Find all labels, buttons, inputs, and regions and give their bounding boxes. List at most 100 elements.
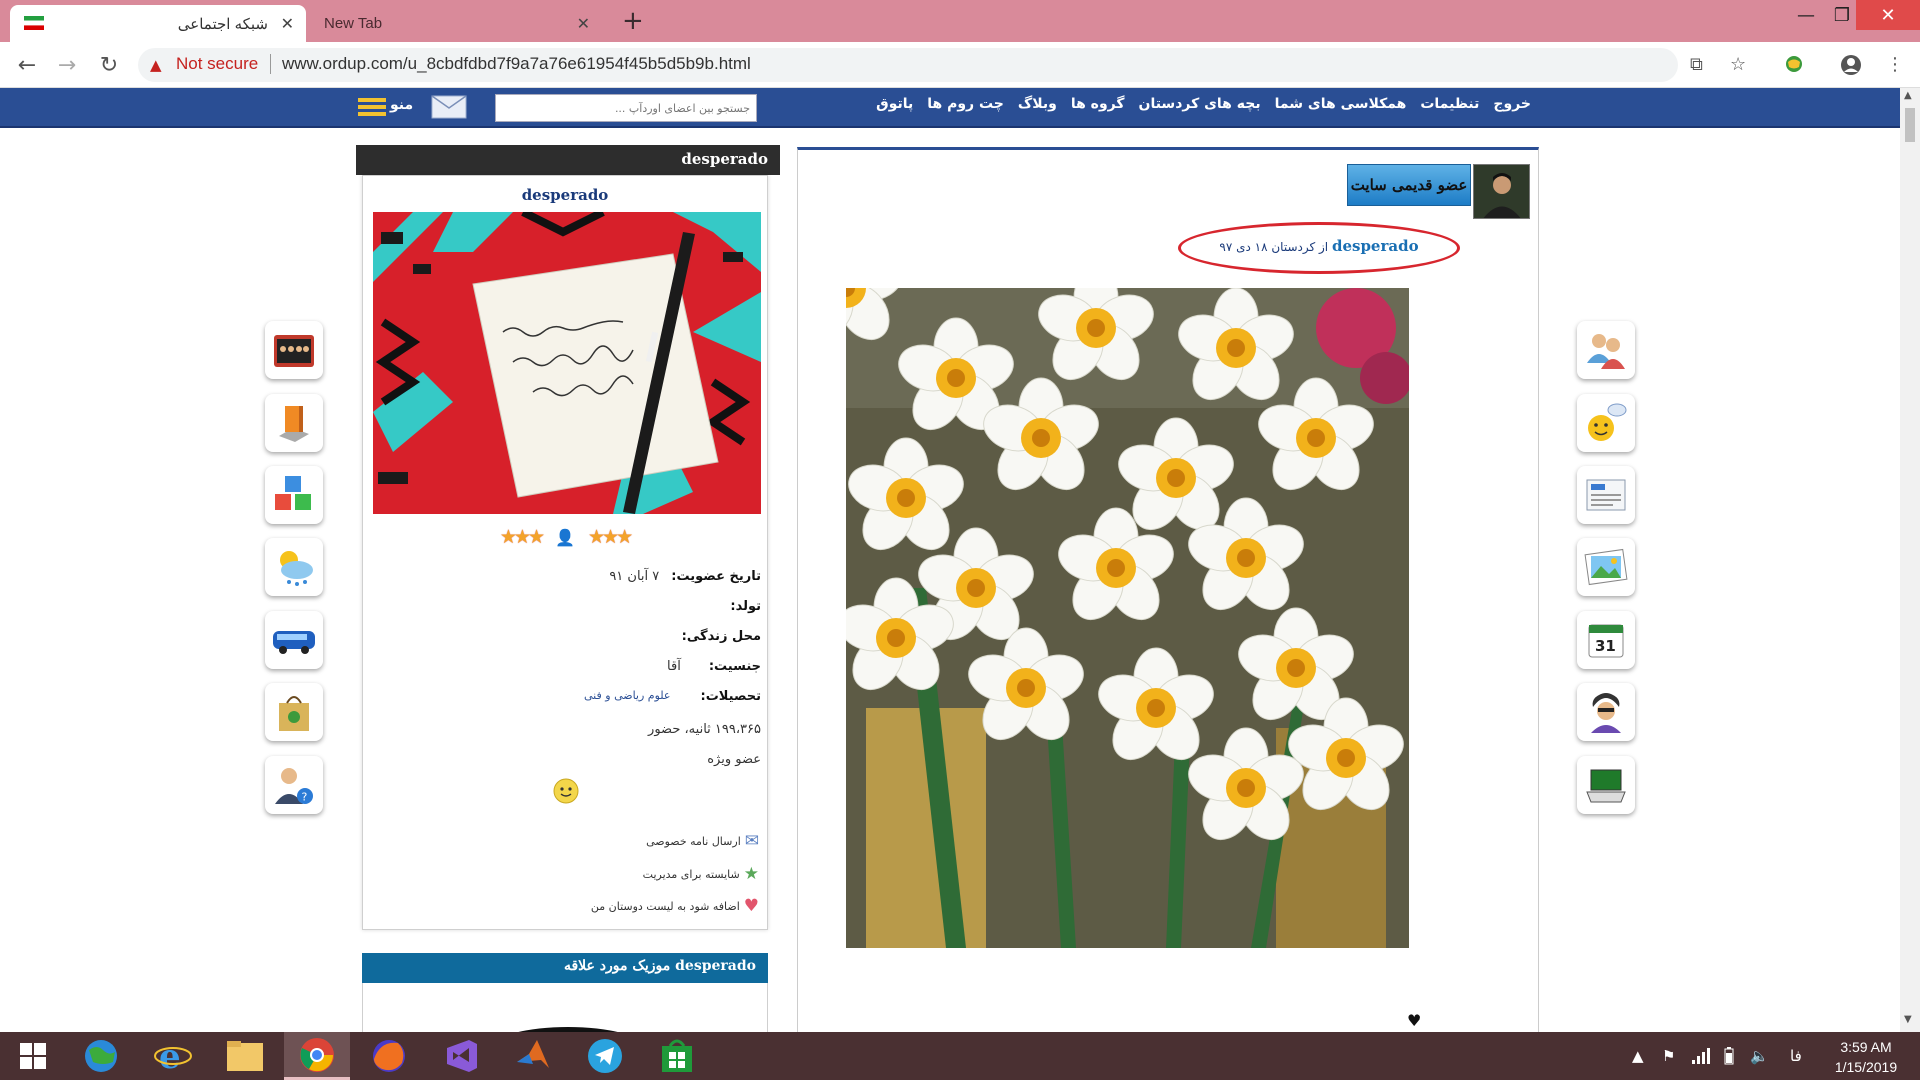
svg-text:?: ? [302,791,308,804]
location-label: محل زندگی: [681,629,761,644]
menu-label[interactable]: منو [390,97,413,113]
reload-icon[interactable]: ↻ [94,50,124,80]
info-row-education: تحصیلات: علوم ریاضی و فنی [584,689,761,704]
news-icon[interactable] [1577,466,1635,524]
avatar-person-icon[interactable] [1577,683,1635,741]
battery-icon[interactable] [1724,1032,1734,1080]
chrome-icon[interactable] [284,1032,350,1080]
nav-link-classmates[interactable]: همکلاسی های شما [1275,96,1407,112]
post-image[interactable] [846,288,1409,948]
internet-explorer-icon[interactable]: e [140,1032,206,1080]
tab-new-tab[interactable]: New Tab ✕ [312,5,602,42]
nav-link-chatrooms[interactable]: چت روم ها [927,96,1004,112]
file-explorer-icon[interactable] [212,1032,278,1080]
iran-flag-favicon-icon [24,16,44,30]
nominate-admin-link[interactable]: ★ شایسته برای مدیریت [643,864,759,884]
forward-arrow-icon[interactable]: → [52,50,82,80]
add-friend-label[interactable]: اضافه شود به لیست دوستان من [591,900,740,913]
globe-icon[interactable] [68,1032,134,1080]
windows-taskbar: e ▲ ⚑ 🔈 فا 3:59 AM 1/15/2019 [0,1032,1920,1080]
site-navbar: پاتوق چت روم ها وبلاگ گروه ها بچه های کر… [0,88,1900,128]
info-row-membership: عضو ویژه [707,752,761,767]
chrome-menu-icon[interactable]: ⋮ [1886,54,1904,75]
gift-bag-icon[interactable] [265,683,323,741]
browser-tab-strip: شبکه اجتماعی ✕ New Tab ✕ + — ❐ ✕ [0,0,1920,42]
firefox-icon[interactable] [356,1032,422,1080]
hamburger-menu-icon[interactable] [358,98,386,120]
help-user-icon[interactable]: ? [265,756,323,814]
tray-overflow-icon[interactable]: ▲ [1632,1032,1644,1080]
smiley-icon [553,778,579,804]
nav-link-logout[interactable]: خروج [1493,96,1531,112]
translate-icon[interactable]: ⧉ [1690,54,1703,75]
close-window-icon[interactable]: ✕ [1856,0,1920,30]
gender-value: آقا [667,659,681,674]
membership-text: عضو ویژه [707,752,761,767]
photo-gallery-icon[interactable] [1577,538,1635,596]
volume-icon[interactable]: 🔈 [1750,1032,1769,1080]
cubes-icon[interactable] [265,466,323,524]
presence-text: ۱۹۹،۳۶۵ ثانیه، حضور [648,722,761,737]
network-signal-icon[interactable] [1692,1032,1710,1080]
close-tab-icon[interactable]: ✕ [577,14,590,34]
new-tab-plus-icon[interactable]: + [622,6,644,36]
nav-link-kurdistan-kids[interactable]: بچه های کردستان [1139,96,1261,112]
clock-time: 3:59 AM [1840,1039,1892,1055]
profile-header-bar: desperado [356,145,780,175]
telegram-icon[interactable] [572,1032,638,1080]
mail-envelope-icon[interactable] [431,95,467,119]
svg-text:e: e [159,1037,181,1076]
add-friend-link[interactable]: ♥ اضافه شود به لیست دوستان من [591,896,759,916]
profile-account-icon[interactable] [1840,54,1862,81]
rank-badges: ★★★ 👤 ★★★ [363,526,767,548]
nav-link-groups[interactable]: گروه ها [1071,96,1125,112]
nav-link-weblog[interactable]: وبلاگ [1018,96,1057,112]
envelope-icon: ✉ [744,831,759,851]
avatar[interactable] [1473,164,1530,219]
tab-social-network[interactable]: شبکه اجتماعی ✕ [10,5,306,42]
heart-icon[interactable]: ♥ [1407,1011,1421,1030]
weather-icon[interactable] [265,538,323,596]
warning-triangle-icon[interactable]: ▲ [150,56,162,74]
extension-globe-icon[interactable] [1784,54,1804,79]
friends-folder-icon[interactable] [265,321,323,379]
action-center-flag-icon[interactable]: ⚑ [1662,1032,1675,1080]
matlab-icon[interactable] [500,1032,566,1080]
input-language[interactable]: فا [1790,1032,1802,1080]
join-date-label: تاریخ عضویت: [671,569,761,584]
scroll-up-icon[interactable]: ▲ [1904,90,1912,101]
profile-photo[interactable] [373,212,761,514]
close-tab-icon[interactable]: ✕ [281,14,294,34]
url-text[interactable]: www.ordup.com/u_8cbdfdbd7f9a7a76e61954f4… [282,54,751,74]
smiley-chat-icon[interactable] [1577,394,1635,452]
page-scrollbar[interactable]: ▲ ▼ [1900,88,1920,1032]
store-icon[interactable] [644,1032,710,1080]
laptop-icon[interactable] [1577,756,1635,814]
bus-icon[interactable] [265,611,323,669]
scroll-down-icon[interactable]: ▼ [1904,1014,1912,1025]
nav-link-patoq[interactable]: پاتوق [876,96,913,112]
profile-username[interactable]: desperado [363,186,767,204]
post-author-line: desperado از کردستان ۱۸ دی ۹۷ [1178,222,1460,274]
windows-start-icon[interactable] [0,1032,66,1080]
member-search-input[interactable] [495,94,757,122]
favorite-music-title: موزیک مورد علاقه desperado [563,958,756,974]
security-indicator[interactable]: Not secure [176,54,258,74]
nominate-admin-label[interactable]: شایسته برای مدیریت [643,868,740,881]
book-icon[interactable] [265,394,323,452]
education-link[interactable]: علوم ریاضی و فنی [584,689,670,704]
star-badge-icon: ★ [743,864,759,884]
info-row-location: محل زندگی: [682,629,761,644]
scrollbar-thumb[interactable] [1905,108,1915,142]
back-arrow-icon[interactable]: ← [12,50,42,80]
visual-studio-icon[interactable] [428,1032,494,1080]
nav-link-settings[interactable]: تنظیمات [1420,96,1479,112]
users-group-icon[interactable] [1577,321,1635,379]
taskbar-clock[interactable]: 3:59 AM 1/15/2019 [1824,1037,1908,1077]
send-private-message-link[interactable]: ✉ ارسال نامه خصوصی [646,831,759,851]
calendar-icon[interactable]: 31 [1577,611,1635,669]
bookmark-star-icon[interactable]: ☆ [1730,54,1746,75]
send-message-label[interactable]: ارسال نامه خصوصی [646,835,741,848]
post-author-link[interactable]: desperado [1332,237,1419,255]
star-badge-icon: ★★★ [499,526,545,548]
